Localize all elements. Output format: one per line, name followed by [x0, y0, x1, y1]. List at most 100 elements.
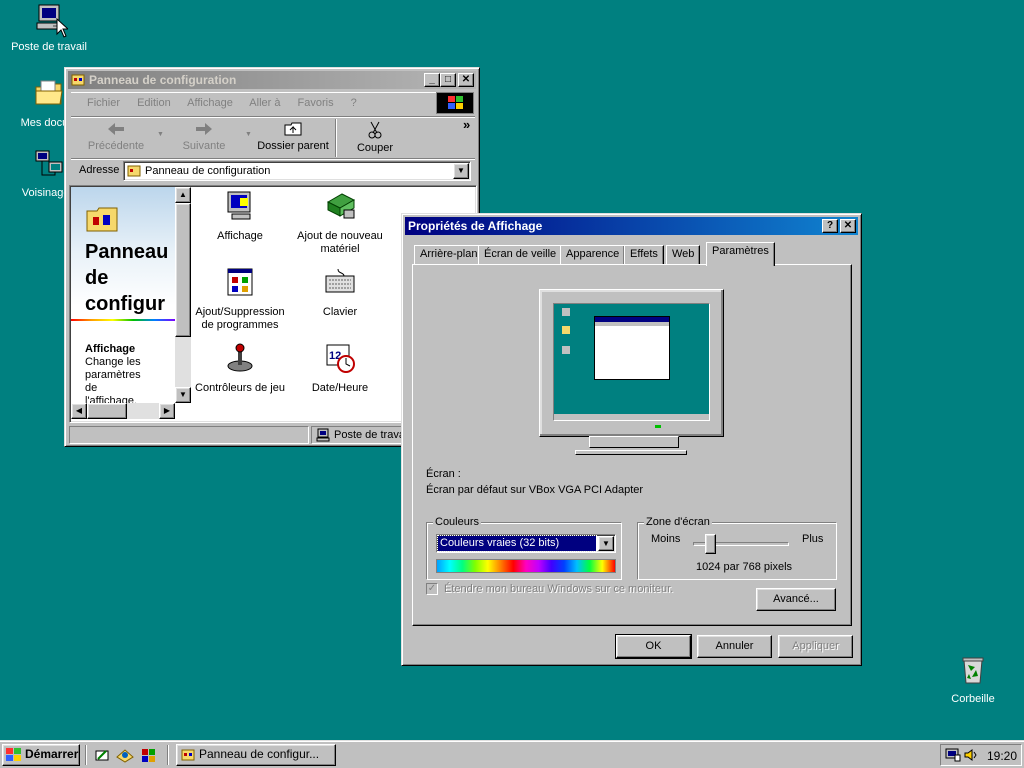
webview-panel: Panneau de configur Affichage Change les… — [71, 187, 175, 403]
forward-button[interactable]: Suivante — [167, 121, 241, 152]
scroll-right-button[interactable]: ▶ — [159, 403, 175, 419]
status-zone-label: Poste de trava — [334, 429, 405, 441]
menu-help[interactable]: ? — [351, 97, 357, 109]
taskbar-task-control-panel[interactable]: Panneau de configur... — [176, 744, 336, 766]
webview-vertical-scrollbar[interactable]: ▲ ▼ — [175, 187, 191, 403]
address-dropdown-button[interactable]: ▼ — [453, 163, 469, 179]
cp-item-label: Ajout/Suppression de programmes — [195, 306, 285, 331]
hscroll-thumb[interactable] — [87, 403, 127, 419]
menu-file[interactable]: Fichier — [87, 97, 120, 109]
cp-item-add-remove-programs[interactable]: Ajout/Suppression de programmes — [190, 266, 290, 332]
scroll-left-button[interactable]: ◀ — [71, 403, 87, 419]
control-panel-small-icon — [127, 165, 141, 177]
colors-select[interactable]: Couleurs vraies (32 bits) ▼ — [436, 534, 616, 553]
cp-item-label: Contrôleurs de jeu — [195, 382, 285, 394]
menu-view[interactable]: Affichage — [187, 97, 233, 109]
colors-select-value: Couleurs vraies (32 bits) — [437, 535, 597, 552]
toolbar-more-button[interactable]: » — [463, 117, 470, 132]
address-label: Adresse — [79, 164, 120, 176]
forward-dropdown-icon[interactable]: ▼ — [245, 131, 252, 138]
menu-favorites[interactable]: Favoris — [298, 97, 334, 109]
cp-item-label: Date/Heure — [311, 382, 369, 394]
slider-more-label: Plus — [802, 533, 824, 545]
taskbar-task-label: Panneau de configur... — [199, 747, 320, 761]
address-bar: Adresse Panneau de configuration ▼ — [71, 158, 475, 182]
menu-edit[interactable]: Edition — [137, 97, 171, 109]
color-spectrum-bar — [436, 559, 616, 573]
tab-appearance[interactable]: Apparence — [560, 245, 626, 265]
cut-button[interactable]: Couper — [343, 121, 407, 154]
taskbar: Démarrer Panneau de configur... 19:20 — [0, 740, 1024, 768]
control-panel-titlebar[interactable]: Panneau de configuration _ □ ✕ — [68, 71, 476, 89]
colors-dropdown-button[interactable]: ▼ — [598, 536, 614, 551]
tab-settings[interactable]: Paramètres — [706, 242, 775, 266]
hardware-icon — [326, 193, 356, 219]
windows-flag-icon — [448, 96, 463, 109]
tab-background[interactable]: Arrière-plan — [414, 245, 484, 265]
scroll-up-button[interactable]: ▲ — [175, 187, 191, 203]
forward-label: Suivante — [182, 140, 226, 152]
tab-effects[interactable]: Effets — [624, 245, 664, 265]
tray-clock[interactable]: 19:20 — [987, 749, 1017, 763]
maximize-button[interactable]: □ — [440, 73, 456, 87]
resolution-slider-thumb[interactable] — [705, 534, 716, 554]
back-button[interactable]: Précédente — [75, 121, 157, 152]
start-button[interactable]: Démarrer — [2, 744, 80, 766]
control-panel-title: Panneau de configuration — [89, 73, 237, 87]
tab-strip: Arrière-plan Écran de veille Apparence E… — [412, 242, 852, 266]
scroll-thumb[interactable] — [175, 203, 191, 337]
desktop-icon-my-computer[interactable]: Poste de travail — [4, 2, 94, 53]
status-bar-left — [69, 426, 309, 444]
cp-item-label: Affichage — [217, 230, 263, 242]
webview-horizontal-scrollbar[interactable]: ◀ ▶ — [71, 403, 175, 419]
toolbar: Précédente ▼ Suivante ▼ Dossier parent C… — [71, 116, 475, 158]
cp-item-date-time[interactable]: 12 Date/Heure — [290, 342, 390, 395]
cp-item-game-controllers[interactable]: Contrôleurs de jeu — [190, 342, 290, 395]
up-folder-button[interactable]: Dossier parent — [255, 121, 331, 152]
cp-item-label: Ajout de nouveau matériel — [297, 230, 383, 255]
quicklaunch-outlook-icon[interactable] — [116, 747, 134, 763]
quicklaunch-desktop-icon[interactable] — [94, 747, 110, 763]
network-icon — [35, 150, 63, 176]
quicklaunch-channels-icon[interactable] — [140, 747, 158, 763]
close-button[interactable]: ✕ — [458, 73, 474, 87]
address-combobox[interactable]: Panneau de configuration ▼ — [123, 161, 471, 181]
extend-desktop-checkbox[interactable]: ✓ — [426, 583, 438, 595]
tab-screensaver[interactable]: Écran de veille — [478, 245, 563, 265]
menu-go[interactable]: Aller à — [249, 97, 280, 109]
help-button[interactable]: ? — [822, 219, 838, 233]
quicklaunch-separator — [85, 745, 87, 765]
back-arrow-icon — [108, 123, 124, 135]
webview-title: Panneau de configur — [85, 241, 169, 315]
scroll-down-button[interactable]: ▼ — [175, 387, 191, 403]
mouse-cursor-icon — [56, 18, 68, 38]
cp-item-display[interactable]: Affichage — [190, 190, 290, 243]
advanced-button[interactable]: Avancé... — [756, 588, 836, 611]
tab-web[interactable]: Web — [666, 245, 701, 265]
monitor-stand — [589, 436, 679, 448]
cp-item-add-hardware[interactable]: Ajout de nouveau matériel — [290, 190, 390, 256]
colors-group-label: Couleurs — [433, 516, 482, 528]
windows-logo — [436, 92, 474, 114]
desktop-icon-recycle-bin[interactable]: Corbeille — [928, 654, 1018, 705]
display-properties-titlebar[interactable]: Propriétés de Affichage ? ✕ — [405, 217, 858, 235]
colors-groupbox: Couleurs Couleurs vraies (32 bits) ▼ — [426, 516, 622, 580]
monitor-led — [655, 425, 661, 428]
programs-icon — [227, 268, 253, 296]
ok-button[interactable]: OK — [615, 634, 692, 659]
minimize-button[interactable]: _ — [424, 73, 440, 87]
windows-start-icon — [6, 748, 21, 761]
back-dropdown-icon[interactable]: ▼ — [157, 131, 164, 138]
monitor-base — [575, 450, 687, 455]
display-settings-tray-icon[interactable] — [945, 748, 961, 762]
preview-icon — [562, 346, 570, 354]
cancel-button[interactable]: Annuler — [697, 635, 772, 658]
close-button[interactable]: ✕ — [840, 219, 856, 233]
joystick-icon — [227, 343, 253, 372]
screen-value: Écran par défaut sur VBox VGA PCI Adapte… — [426, 484, 644, 496]
volume-tray-icon[interactable] — [963, 748, 977, 762]
preview-taskbar — [554, 414, 709, 420]
display-properties-title: Propriétés de Affichage — [408, 219, 543, 233]
apply-button[interactable]: Appliquer — [778, 635, 853, 658]
cp-item-keyboard[interactable]: Clavier — [290, 266, 390, 319]
